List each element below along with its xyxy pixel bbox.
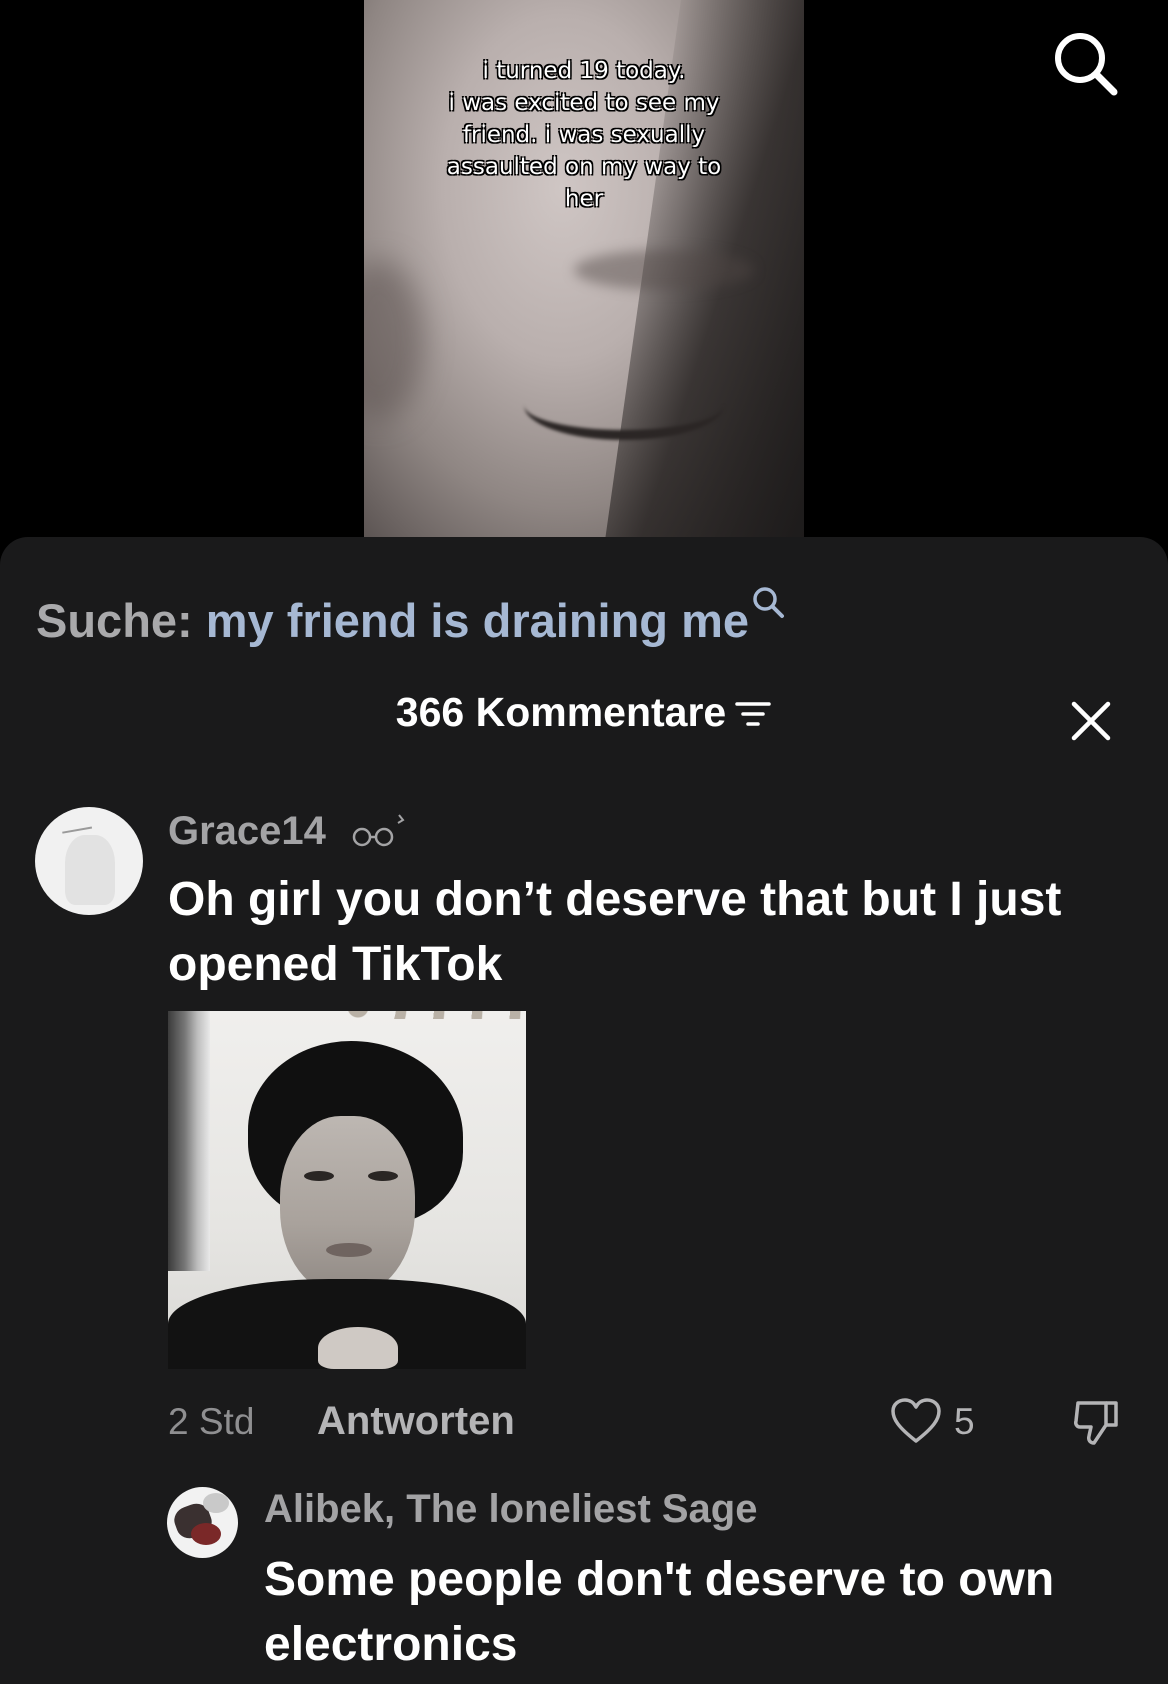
caption-line: i was excited to see my [448, 90, 720, 116]
comments-count: 366 Kommentare [395, 689, 727, 735]
comment-actions: 2 Std Antworten 5 [168, 1391, 1128, 1451]
video-player[interactable]: i turned 19 today. i was excited to see … [0, 0, 1168, 560]
image-background [168, 1011, 210, 1271]
comment-image[interactable] [168, 1011, 526, 1369]
reply-username[interactable]: Alibek, The loneliest Sage [264, 1487, 757, 1532]
avatar-figure [65, 835, 115, 905]
video-frame[interactable]: i turned 19 today. i was excited to see … [364, 0, 804, 537]
heart-icon[interactable] [890, 1397, 942, 1445]
avatar-art [203, 1493, 229, 1513]
avatar-art [191, 1523, 221, 1545]
image-eye [304, 1171, 334, 1181]
comment-text: Oh girl you don’t deserve that but I jus… [168, 873, 1062, 991]
comment-username[interactable]: Grace14 [168, 809, 326, 854]
video-shading [364, 260, 424, 420]
caption-line: i turned 19 today. [482, 58, 686, 84]
reply-text: Some people don't deserve to own electro… [264, 1553, 1055, 1671]
image-eye [368, 1171, 398, 1181]
close-icon[interactable] [1070, 700, 1112, 742]
image-hands [318, 1327, 398, 1369]
search-query-link[interactable]: my friend is draining me [206, 594, 749, 647]
reply-button[interactable]: Antworten [317, 1399, 515, 1444]
image-face [280, 1116, 415, 1296]
comments-header: 366 Kommentare [0, 689, 1168, 736]
avatar[interactable] [35, 807, 143, 915]
like-count: 5 [954, 1401, 975, 1442]
caption-line: friend. i was sexually [462, 122, 706, 148]
comment-timestamp: 2 Std [168, 1401, 255, 1442]
video-eye [524, 370, 724, 440]
reply-avatar[interactable] [167, 1487, 238, 1558]
search-label: Suche: [36, 594, 193, 647]
comments-sheet: Suche: my friend is draining me 366 Komm… [0, 537, 1168, 1684]
caption-line: her [564, 186, 604, 212]
caption-line: assaulted on my way to [446, 154, 722, 180]
search-icon[interactable] [1050, 28, 1120, 98]
search-query-icon [753, 587, 784, 618]
thumbs-down-icon[interactable] [1070, 1395, 1124, 1449]
image-mouth [326, 1243, 372, 1257]
search-suggestion[interactable]: Suche: my friend is draining me [36, 585, 785, 648]
video-brow [574, 250, 754, 290]
glasses-icon [352, 814, 405, 847]
image-decoration [338, 1011, 526, 1019]
video-caption: i turned 19 today. i was excited to see … [364, 55, 804, 215]
filter-icon[interactable] [734, 698, 772, 730]
